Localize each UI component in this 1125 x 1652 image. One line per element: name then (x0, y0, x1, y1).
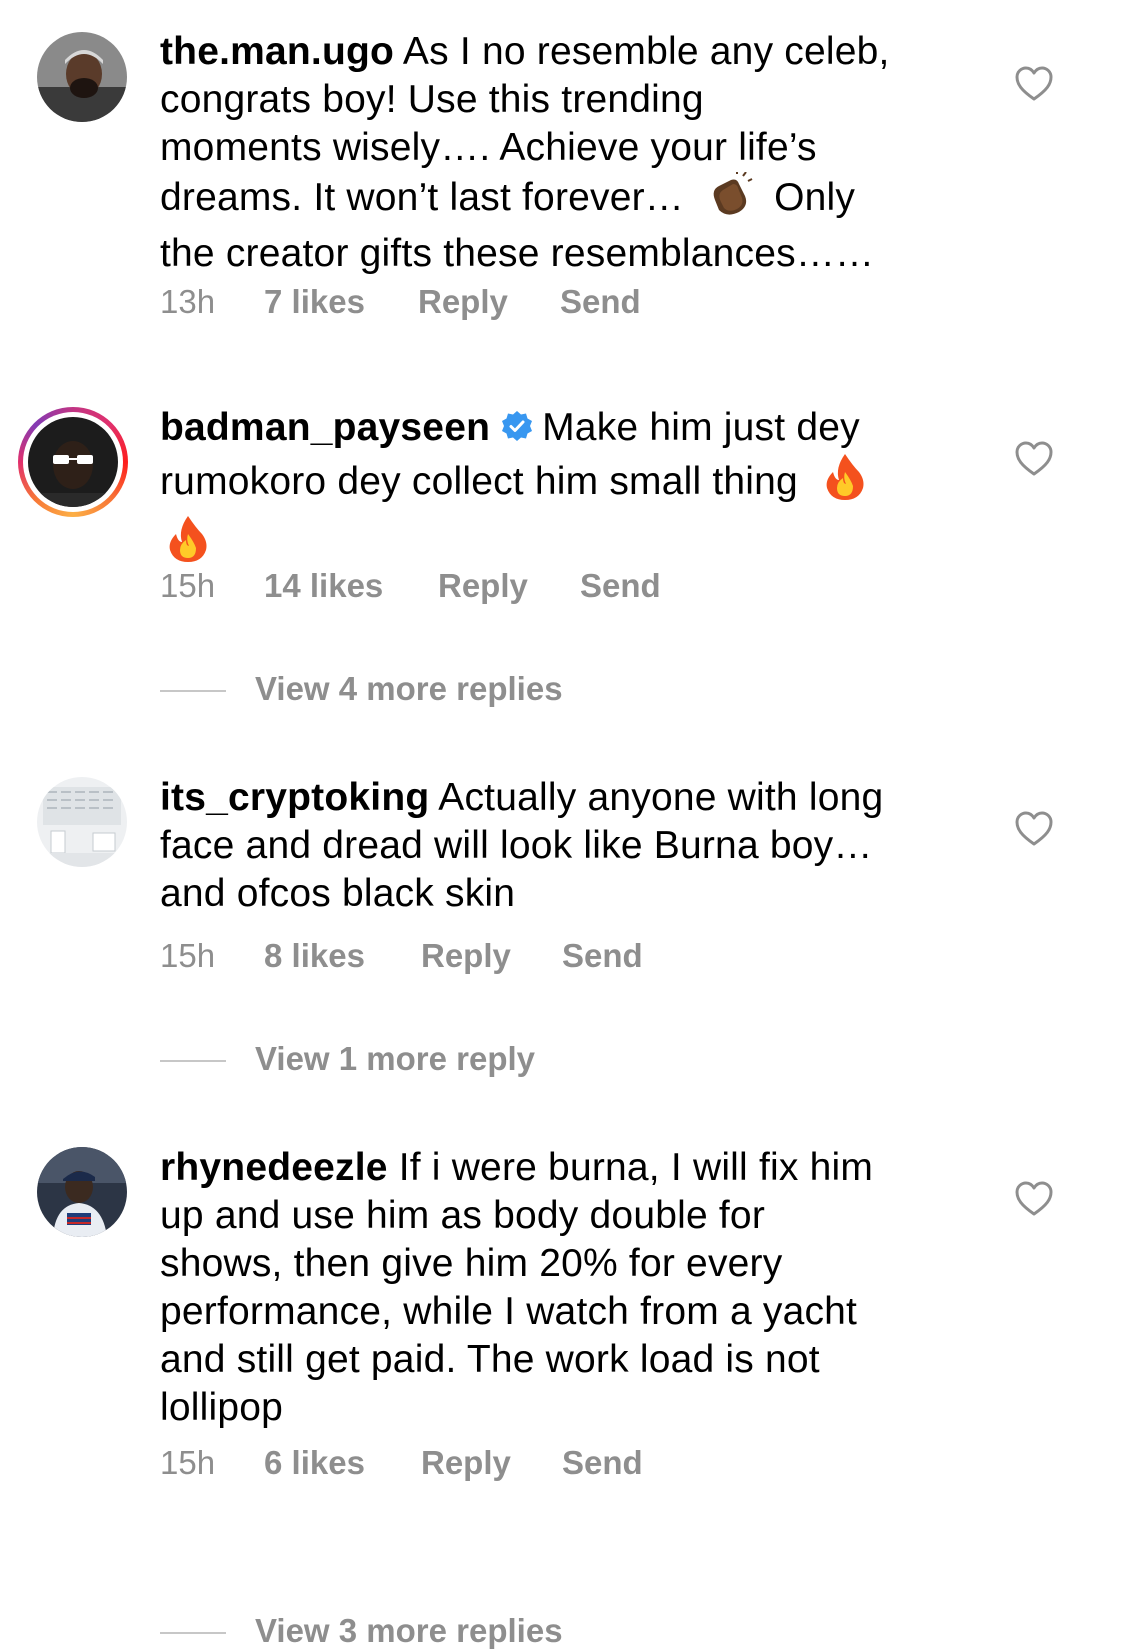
view-more-label[interactable]: View 3 more replies (255, 1612, 563, 1650)
comment-line: and still get paid. The work load is not (160, 1338, 820, 1381)
comment-line: Only (774, 176, 856, 219)
divider (160, 690, 226, 692)
username[interactable]: badman_payseen (160, 406, 490, 449)
comment-line: moments wisely…. Achieve your life’s (160, 126, 817, 169)
comment-line: If i were burna, I will fix him (398, 1146, 874, 1189)
verified-badge-icon (502, 411, 533, 441)
comment-text: badman_payseen Make him just dey rumokor… (160, 404, 960, 576)
view-more-label[interactable]: View 1 more reply (255, 1040, 535, 1078)
likes-count[interactable]: 7 likes (264, 283, 365, 321)
comment-line: Make him just dey (542, 406, 860, 449)
comment-line: up and use him as body double for (160, 1194, 766, 1237)
comment-line: shows, then give him 20% for every (160, 1242, 783, 1285)
reply-button[interactable]: Reply (438, 567, 528, 605)
comment-line: performance, while I watch from a yacht (160, 1290, 858, 1333)
comment-line: lollipop (160, 1386, 284, 1429)
reply-button[interactable]: Reply (421, 1444, 511, 1482)
fire-emoji-icon (823, 452, 867, 514)
comment-text: rhynedeezle If i were burna, I will fix … (160, 1144, 960, 1432)
comment-line: the creator gifts these resemblances…… (160, 232, 875, 275)
timestamp: 15h (160, 567, 216, 604)
heart-outline-icon[interactable] (1015, 441, 1053, 477)
avatar[interactable] (37, 1147, 127, 1237)
reply-button[interactable]: Reply (418, 283, 508, 321)
view-more-label[interactable]: View 4 more replies (255, 670, 563, 708)
comment-line: congrats boy! Use this trending (160, 78, 704, 121)
avatar[interactable] (37, 777, 127, 867)
username[interactable]: the.man.ugo (160, 30, 394, 73)
username[interactable]: its_cryptoking (160, 776, 429, 819)
divider (160, 1632, 226, 1634)
avatar[interactable] (37, 32, 127, 122)
comment-line: dreams. It won’t last forever… (160, 176, 685, 219)
comment-line: As I no resemble any celeb, (402, 30, 890, 73)
heart-outline-icon[interactable] (1015, 811, 1053, 847)
username[interactable]: rhynedeezle (160, 1146, 388, 1189)
comment-line: and ofcos black skin (160, 872, 516, 915)
send-button[interactable]: Send (560, 283, 641, 321)
comment-text: the.man.ugo As I no resemble any celeb, … (160, 28, 960, 278)
reply-button[interactable]: Reply (421, 937, 511, 975)
comment-line: rumokoro dey collect him small thing (160, 460, 798, 503)
comment-line: face and dread will look like Burna boy… (160, 824, 873, 867)
send-button[interactable]: Send (562, 937, 643, 975)
clapping-hands-emoji-icon (705, 170, 753, 230)
comment-text: its_cryptoking Actually anyone with long… (160, 774, 960, 918)
timestamp: 13h (160, 283, 216, 320)
avatar (28, 417, 118, 507)
heart-outline-icon[interactable] (1015, 1181, 1053, 1217)
likes-count[interactable]: 14 likes (264, 567, 383, 605)
divider (160, 1060, 226, 1062)
timestamp: 15h (160, 1444, 216, 1481)
timestamp: 15h (160, 937, 216, 974)
send-button[interactable]: Send (562, 1444, 643, 1482)
likes-count[interactable]: 6 likes (264, 1444, 365, 1482)
likes-count[interactable]: 8 likes (264, 937, 365, 975)
send-button[interactable]: Send (580, 567, 661, 605)
comment-line: Actually anyone with long (438, 776, 884, 819)
avatar-story-ring[interactable] (18, 407, 128, 517)
heart-outline-icon[interactable] (1015, 66, 1053, 102)
